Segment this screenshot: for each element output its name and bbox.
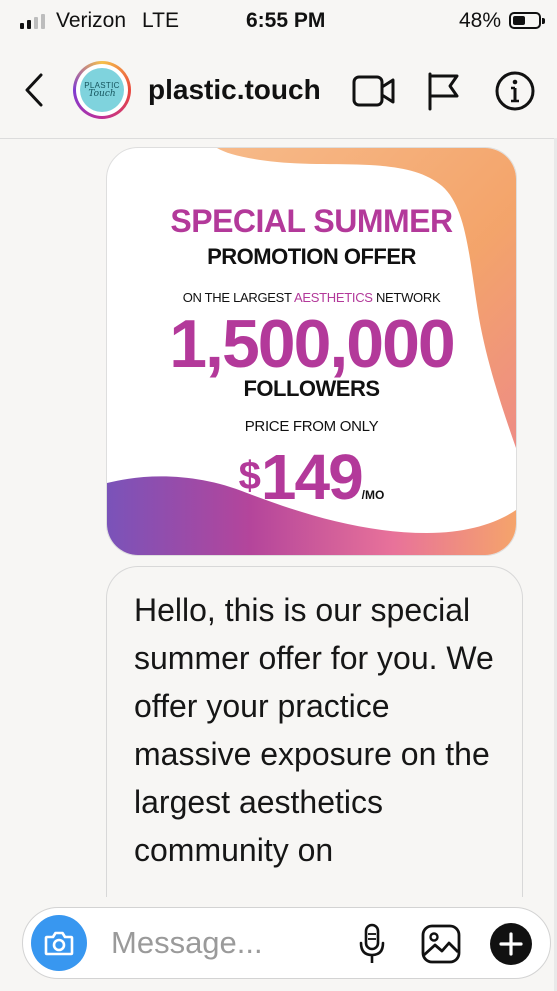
video-camera-icon[interactable] [352, 74, 396, 108]
promo-image-message[interactable]: SPECIAL SUMMER PROMOTION OFFER ON THE LA… [106, 147, 517, 556]
clock: 6:55 PM [246, 9, 326, 32]
microphone-icon[interactable] [357, 922, 387, 966]
message-text: Hello, this is our special summer offer … [134, 592, 494, 868]
status-bar: Verizon LTE 6:55 PM 48% [0, 0, 557, 44]
flag-icon[interactable] [425, 71, 461, 111]
promo-followers-label: FOLLOWERS [243, 376, 380, 401]
promo-network-line: ON THE LARGEST AESTHETICS NETWORK [182, 290, 441, 305]
message-composer [22, 907, 551, 979]
add-icon[interactable] [489, 922, 533, 966]
conversation-header: PLASTIC Touch plastic.touch [0, 44, 557, 139]
camera-icon [44, 931, 74, 956]
message-input[interactable] [111, 924, 331, 962]
camera-button[interactable] [31, 915, 87, 971]
back-chevron-icon[interactable] [24, 72, 44, 108]
info-icon[interactable] [494, 70, 536, 112]
conversation-username[interactable]: plastic.touch [148, 74, 321, 106]
message-bubble[interactable]: Hello, this is our special summer offer … [106, 566, 523, 897]
promo-title: SPECIAL SUMMER [170, 203, 453, 239]
signal-strength-icon [20, 14, 45, 29]
gallery-icon[interactable] [419, 922, 463, 966]
battery-percent: 48% [459, 9, 502, 32]
network-type: LTE [142, 9, 179, 32]
avatar[interactable]: PLASTIC Touch [73, 61, 131, 119]
promo-followers-count: 1,500,000 [169, 306, 456, 382]
carrier-name: Verizon [56, 9, 127, 32]
avatar-logo: PLASTIC Touch [80, 68, 124, 112]
battery-icon [509, 12, 545, 29]
promo-price-label: PRICE FROM ONLY [244, 418, 379, 435]
promo-subtitle: PROMOTION OFFER [207, 244, 416, 269]
promo-price: $149/MO [238, 441, 385, 513]
